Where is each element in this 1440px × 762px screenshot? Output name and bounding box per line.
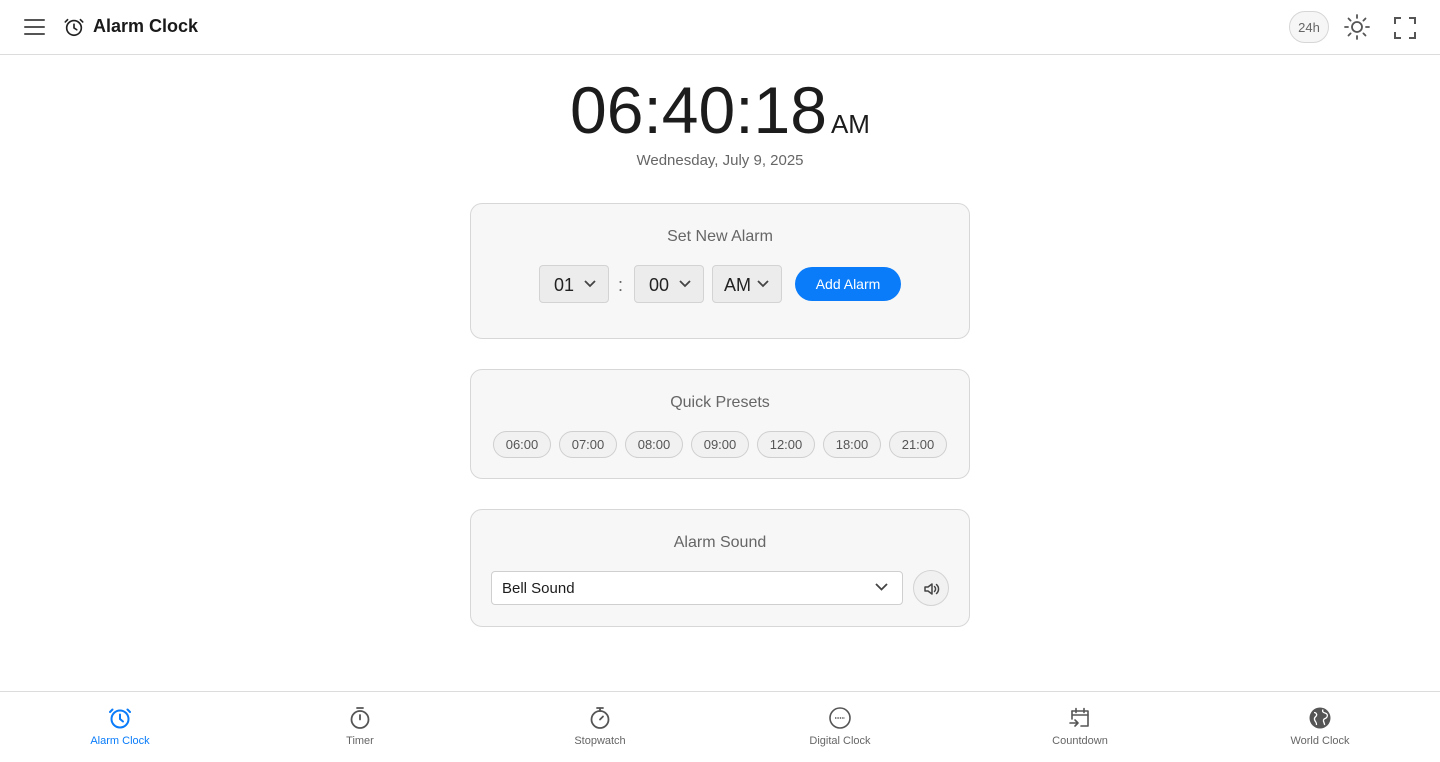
sun-icon[interactable] bbox=[1343, 13, 1371, 41]
set-alarm-title: Set New Alarm bbox=[667, 228, 773, 245]
app-title: Alarm Clock bbox=[93, 16, 199, 36]
alarm-sound-card: Alarm Sound Bell Sound bbox=[470, 509, 970, 627]
nav-world-clock[interactable]: World Clock bbox=[1200, 692, 1440, 762]
sound-select[interactable]: Bell Sound bbox=[491, 571, 903, 605]
menu-line bbox=[24, 19, 45, 21]
globe-icon bbox=[1309, 707, 1331, 729]
nav-digital-clock[interactable]: Digital Clock bbox=[720, 692, 960, 762]
preset-button[interactable]: 06:00 bbox=[493, 431, 551, 458]
fullscreen-icon[interactable] bbox=[1392, 15, 1418, 41]
am-pm-indicator: AM bbox=[830, 109, 870, 139]
preset-button[interactable]: 09:00 bbox=[691, 431, 749, 458]
menu-line bbox=[24, 33, 45, 35]
nav-label: Timer bbox=[346, 735, 374, 747]
chevron-down-icon bbox=[679, 280, 691, 288]
nav-timer[interactable]: Timer bbox=[240, 692, 480, 762]
current-date: Wednesday, July 9, 2025 bbox=[636, 152, 804, 169]
nav-label: Digital Clock bbox=[809, 735, 871, 747]
timer-icon bbox=[350, 707, 370, 729]
quick-presets-title: Quick Presets bbox=[670, 394, 770, 411]
top-bar: Alarm Clock 24h bbox=[0, 0, 1440, 55]
preset-button[interactable]: 08:00 bbox=[625, 431, 683, 458]
countdown-icon bbox=[1069, 707, 1089, 727]
add-alarm-button[interactable]: Add Alarm bbox=[795, 267, 901, 301]
hour-value: 01 bbox=[554, 275, 575, 295]
nav-label: Alarm Clock bbox=[90, 735, 150, 747]
alarm-clock-icon bbox=[64, 18, 84, 37]
minute-select[interactable]: 00 bbox=[634, 265, 704, 303]
minute-value: 00 bbox=[649, 275, 670, 295]
digital-clock-icon bbox=[829, 707, 851, 729]
nav-stopwatch[interactable]: Stopwatch bbox=[480, 692, 720, 762]
hamburger-menu-button[interactable] bbox=[22, 15, 48, 39]
period-select[interactable]: AM bbox=[712, 265, 782, 303]
preset-button[interactable]: 18:00 bbox=[823, 431, 881, 458]
time-separator: : bbox=[618, 275, 624, 295]
time-value: 06:40:18 bbox=[570, 73, 827, 147]
preview-sound-button[interactable] bbox=[913, 570, 949, 606]
nav-alarm-clock[interactable]: Alarm Clock bbox=[0, 692, 240, 762]
chevron-down-icon bbox=[584, 280, 596, 288]
nav-countdown[interactable]: Countdown bbox=[960, 692, 1200, 762]
current-time: 06:40:18 AM bbox=[0, 72, 1440, 148]
preset-button[interactable]: 21:00 bbox=[889, 431, 947, 458]
nav-label: World Clock bbox=[1290, 735, 1350, 747]
nav-label: Countdown bbox=[1052, 735, 1108, 747]
stopwatch-icon bbox=[590, 707, 610, 729]
set-alarm-card: Set New Alarm 01 : 00 AM Add Alarm bbox=[470, 203, 970, 339]
chevron-down-icon bbox=[875, 583, 888, 591]
nav-label: Stopwatch bbox=[574, 735, 626, 747]
bottom-navigation: Alarm Clock Timer Stopwatch Digital Cloc… bbox=[0, 691, 1440, 761]
chevron-down-icon bbox=[757, 280, 769, 288]
time-format-toggle[interactable]: 24h bbox=[1289, 11, 1329, 43]
alarm-sound-title: Alarm Sound bbox=[673, 534, 767, 551]
hour-select[interactable]: 01 bbox=[539, 265, 609, 303]
preset-button[interactable]: 07:00 bbox=[559, 431, 617, 458]
menu-line bbox=[24, 26, 45, 28]
period-value: AM bbox=[724, 275, 751, 295]
alarm-clock-icon bbox=[109, 708, 131, 729]
preset-button[interactable]: 12:00 bbox=[757, 431, 815, 458]
quick-presets-card: Quick Presets 06:00 07:00 08:00 09:00 12… bbox=[470, 369, 970, 479]
sound-value: Bell Sound bbox=[502, 580, 575, 597]
speaker-icon bbox=[924, 583, 940, 595]
